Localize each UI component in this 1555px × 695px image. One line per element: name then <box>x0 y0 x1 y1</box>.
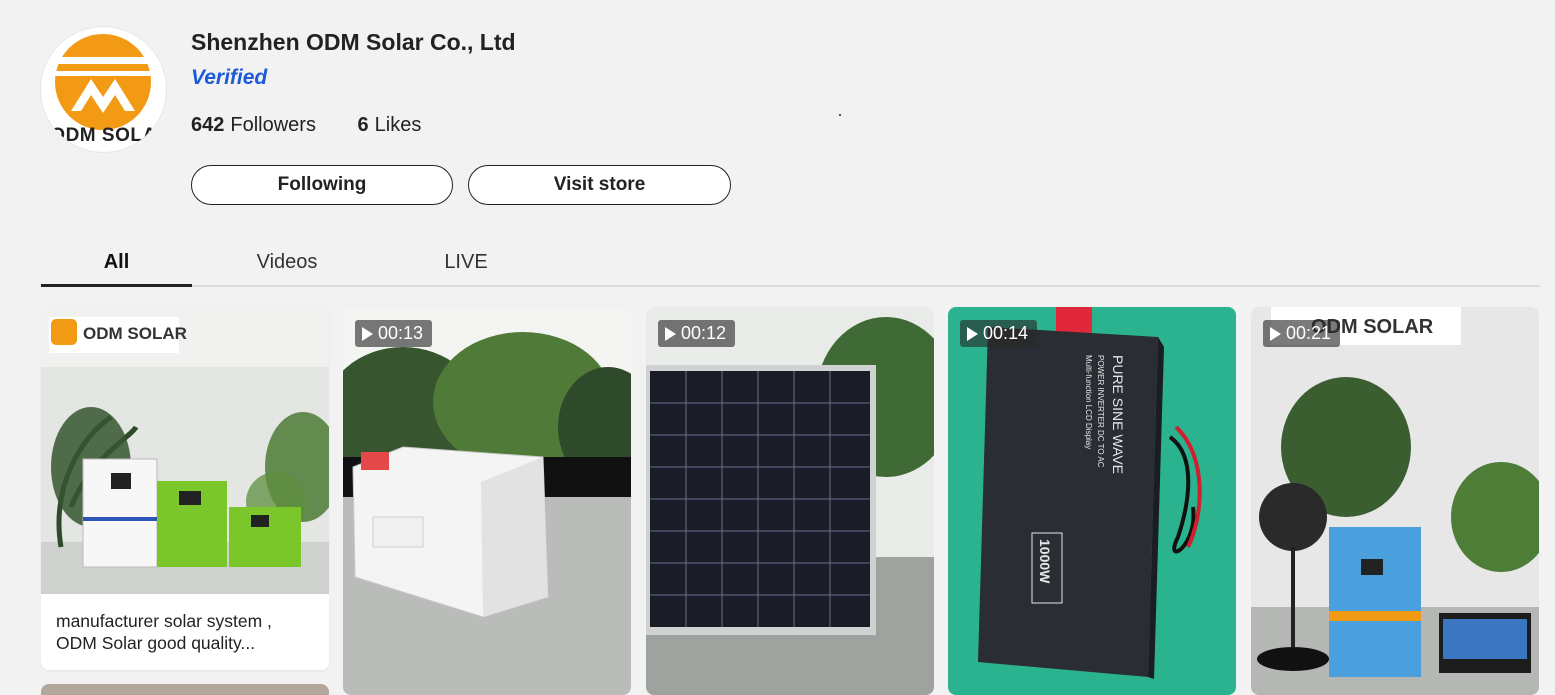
video-card[interactable]: ODM SOLAR 00:21 <box>1251 307 1539 695</box>
video-thumbnail: ODM SOLAR <box>1251 307 1539 695</box>
play-icon <box>967 326 978 341</box>
duration-text: 00:13 <box>378 323 424 343</box>
inverter-feature-text: Multi-function LCD Display <box>1084 355 1093 449</box>
followers-count: 642 <box>191 114 225 136</box>
tab-videos[interactable]: Videos <box>232 240 342 285</box>
video-duration: 00:21 <box>1263 320 1341 347</box>
product-card[interactable]: ODM SOLAR manufacturer solar system , OD… <box>41 307 329 670</box>
likes-count: 6 <box>357 114 369 136</box>
video-thumbnail <box>343 307 631 695</box>
video-card[interactable]: 00:13 <box>343 307 631 695</box>
play-icon <box>362 326 373 341</box>
likes-label: Likes <box>374 114 422 136</box>
video-thumbnail <box>646 307 934 695</box>
product-caption: manufacturer solar system , ODM Solar go… <box>56 611 272 653</box>
next-row-card[interactable] <box>41 684 329 695</box>
shop-profile-page: ODM SOLA Shenzhen ODM Solar Co., Ltd Ver… <box>0 0 1555 695</box>
shop-avatar[interactable]: ODM SOLA <box>41 27 166 152</box>
video-thumbnail: PURE SINE WAVE POWER INVERTER DC TO AC M… <box>948 307 1236 695</box>
play-icon <box>665 326 676 341</box>
stray-dot <box>839 114 841 116</box>
following-button[interactable]: Following <box>191 165 453 205</box>
shop-stats: 642 Followers 6 Likes <box>191 114 421 137</box>
tab-live[interactable]: LIVE <box>421 240 511 285</box>
duration-text: 00:14 <box>983 323 1029 343</box>
verified-badge: Verified <box>191 66 268 89</box>
followers-label: Followers <box>230 114 316 136</box>
content-tabs: All Videos LIVE <box>41 240 1540 287</box>
visit-store-button[interactable]: Visit store <box>468 165 731 205</box>
tab-all[interactable]: All <box>41 240 192 287</box>
play-icon <box>1270 326 1281 341</box>
inverter-title-text: PURE SINE WAVE <box>1110 355 1126 474</box>
video-card[interactable]: PURE SINE WAVE POWER INVERTER DC TO AC M… <box>948 307 1236 695</box>
inverter-power-text: 1000W <box>1037 539 1053 584</box>
brand-text: ODM SOLAR <box>83 324 187 343</box>
duration-text: 00:21 <box>1286 323 1332 343</box>
video-card[interactable]: 00:12 <box>646 307 934 695</box>
product-thumbnail: ODM SOLAR <box>41 307 329 594</box>
avatar-brand-text: ODM SOLA <box>50 125 157 146</box>
shop-name: Shenzhen ODM Solar Co., Ltd <box>191 29 516 55</box>
duration-text: 00:12 <box>681 323 727 343</box>
video-duration: 00:14 <box>960 320 1038 347</box>
video-duration: 00:13 <box>355 320 433 347</box>
video-duration: 00:12 <box>658 320 736 347</box>
inverter-subtitle-text: POWER INVERTER DC TO AC <box>1096 355 1105 468</box>
